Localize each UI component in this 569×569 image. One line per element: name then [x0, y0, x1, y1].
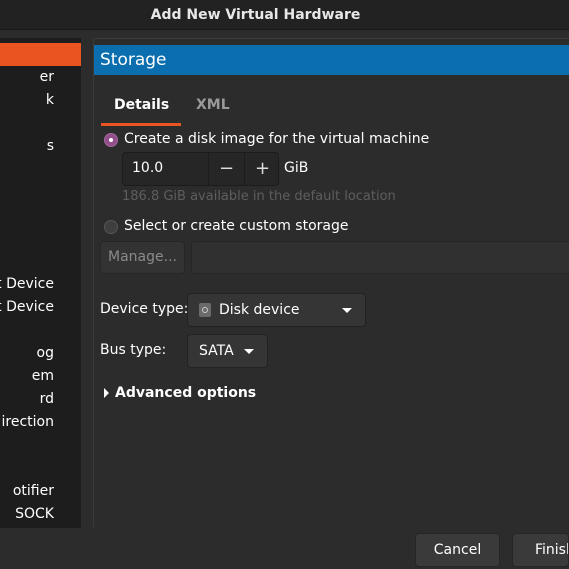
disk-icon	[199, 303, 211, 317]
section-header-title: Storage	[100, 50, 167, 70]
advanced-options-label: Advanced options	[115, 385, 257, 401]
section-header: Storage	[94, 45, 569, 75]
size-unit-label: GiB	[284, 160, 309, 176]
sidebar-item-vsock[interactable]: SOCK	[0, 503, 81, 526]
sidebar-item-network[interactable]: k	[0, 89, 81, 112]
disk-size-value[interactable]: 10.0	[132, 160, 163, 176]
sidebar-item-watchdog[interactable]: og	[0, 342, 81, 365]
storage-panel: Storage Details XML Create a disk image …	[93, 38, 569, 527]
sidebar-item-usb-host-device[interactable]: t Device	[0, 273, 81, 296]
device-type-dropdown[interactable]: Disk device	[187, 293, 366, 327]
available-space-text: 186.8 GiB available in the default locat…	[122, 189, 396, 204]
manage-button[interactable]: Manage...	[100, 241, 185, 274]
window-title: Add New Virtual Hardware	[150, 6, 361, 23]
sidebar-item-panic-notifier[interactable]: otifier	[0, 480, 81, 503]
storage-path-input[interactable]	[191, 241, 569, 274]
chevron-down-icon	[342, 307, 352, 313]
tab-xml[interactable]: XML	[196, 97, 230, 113]
sidebar-item-controller[interactable]: er	[0, 66, 81, 89]
custom-storage-label[interactable]: Select or create custom storage	[124, 218, 349, 234]
create-disk-label[interactable]: Create a disk image for the virtual mach…	[124, 131, 429, 147]
sidebar-item-selected[interactable]	[0, 43, 81, 66]
active-tab-indicator	[101, 123, 181, 126]
sidebar-item-input[interactable]: s	[0, 135, 81, 158]
bus-type-value: SATA	[199, 343, 234, 359]
bus-type-dropdown[interactable]: SATA	[187, 334, 268, 368]
custom-storage-radio[interactable]	[104, 220, 118, 234]
sidebar-item-smartcard[interactable]: rd	[0, 388, 81, 411]
sidebar-item-usb-redirection[interactable]: irection	[0, 411, 81, 434]
finish-button[interactable]: Finish	[512, 533, 569, 567]
sidebar-item-pci-host-device[interactable]: t Device	[0, 296, 81, 319]
bus-type-label: Bus type:	[100, 342, 167, 358]
device-type-value: Disk device	[219, 302, 300, 318]
disk-size-spinner[interactable]: 10.0 − +	[122, 152, 279, 186]
cancel-button[interactable]: Cancel	[415, 533, 500, 567]
chevron-down-icon	[244, 348, 254, 354]
advanced-options-expander[interactable]: Advanced options	[104, 385, 256, 401]
increment-button[interactable]: +	[245, 153, 280, 185]
hardware-type-list[interactable]: er k s t Device t Device og em rd irecti…	[0, 38, 81, 528]
window-titlebar: Add New Virtual Hardware	[0, 0, 569, 30]
tab-details[interactable]: Details	[114, 97, 169, 113]
expander-arrow-icon	[104, 388, 109, 398]
sidebar-item-filesystem[interactable]: em	[0, 365, 81, 388]
tab-bar: Details XML	[94, 89, 569, 126]
device-type-label: Device type:	[100, 301, 189, 317]
decrement-button[interactable]: −	[209, 153, 244, 185]
create-disk-radio[interactable]	[104, 133, 118, 147]
